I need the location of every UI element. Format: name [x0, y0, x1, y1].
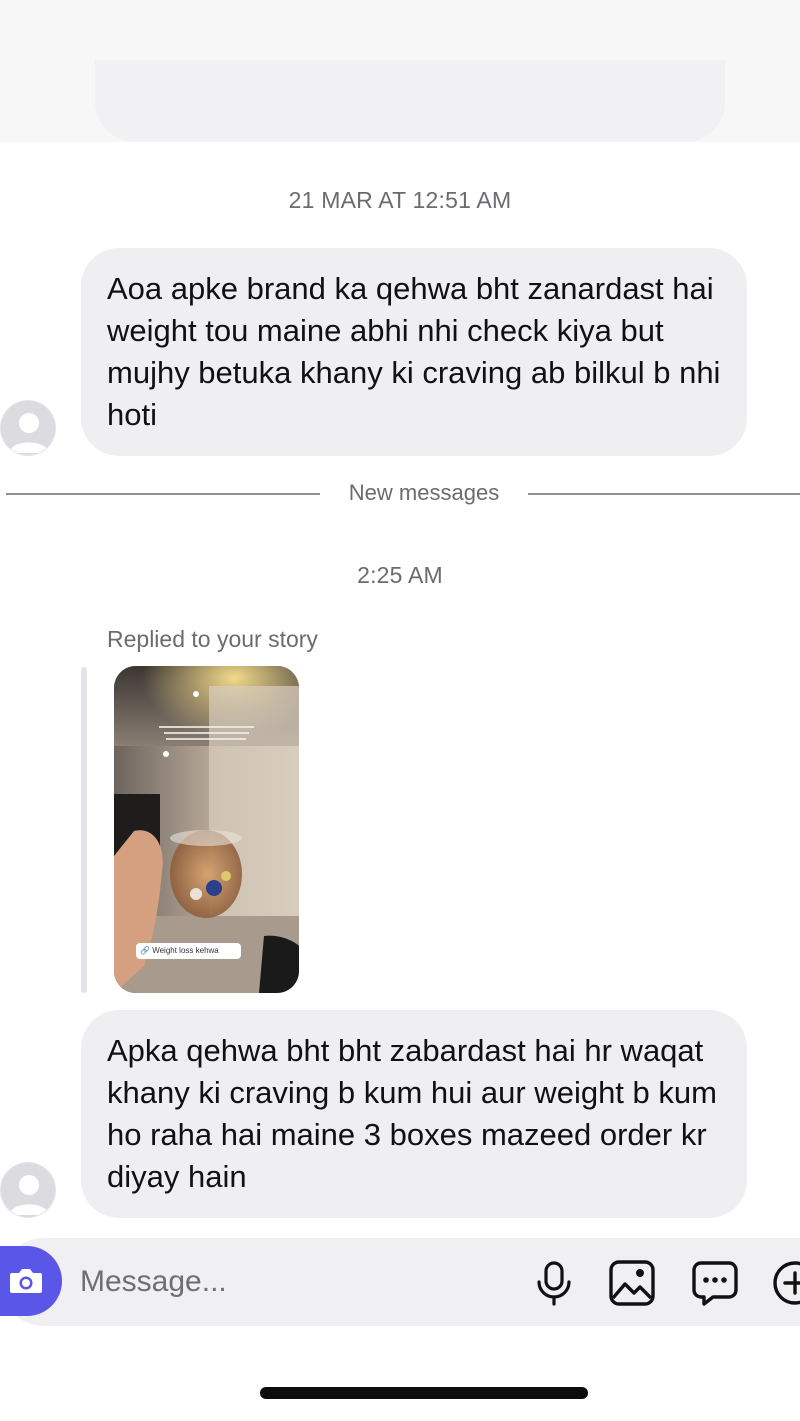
plus-circle-icon	[773, 1261, 800, 1305]
voice-message-button[interactable]	[529, 1258, 579, 1308]
more-options-button[interactable]	[770, 1258, 800, 1308]
timestamp: 2:25 AM	[357, 562, 443, 588]
previous-message-fade	[0, 0, 800, 142]
story-link-sticker: 🔗 Weight loss kehwa	[136, 943, 241, 959]
image-icon	[609, 1260, 655, 1306]
link-icon: 🔗	[140, 946, 150, 955]
timestamp: 21 MAR AT 12:51 AM	[288, 187, 512, 213]
new-messages-label: New messages	[348, 480, 500, 505]
sticker-button[interactable]	[690, 1258, 740, 1308]
story-thumbnail[interactable]: 🔗 Weight loss kehwa	[114, 666, 299, 993]
dm-thread-screen: 21 MAR AT 12:51 AM Aoa apke brand ka qeh…	[0, 0, 800, 1421]
reply-indicator-bar	[81, 667, 87, 993]
gallery-button[interactable]	[607, 1258, 657, 1308]
divider-line	[6, 493, 320, 495]
incoming-message-bubble[interactable]: Apka qehwa bht bht zabardast hai hr waqa…	[81, 1010, 747, 1218]
incoming-message-bubble[interactable]: Aoa apke brand ka qehwa bht zanardast ha…	[81, 248, 747, 456]
sender-avatar[interactable]	[0, 400, 56, 456]
story-reply-label: Replied to your story	[107, 626, 318, 652]
story-link-label: Weight loss kehwa	[152, 946, 219, 955]
message-composer	[0, 1238, 800, 1326]
camera-button[interactable]	[0, 1246, 62, 1316]
message-input[interactable]	[80, 1262, 500, 1302]
sender-avatar[interactable]	[0, 1162, 56, 1218]
faded-message-bubble	[95, 60, 725, 142]
home-indicator[interactable]	[260, 1387, 588, 1399]
default-avatar-icon	[1, 1163, 55, 1217]
divider-line	[528, 493, 800, 495]
default-avatar-icon	[1, 401, 55, 455]
new-messages-divider: New messages	[0, 480, 800, 510]
sticker-chat-icon	[692, 1261, 738, 1306]
microphone-icon	[537, 1261, 571, 1306]
camera-icon	[10, 1269, 42, 1293]
